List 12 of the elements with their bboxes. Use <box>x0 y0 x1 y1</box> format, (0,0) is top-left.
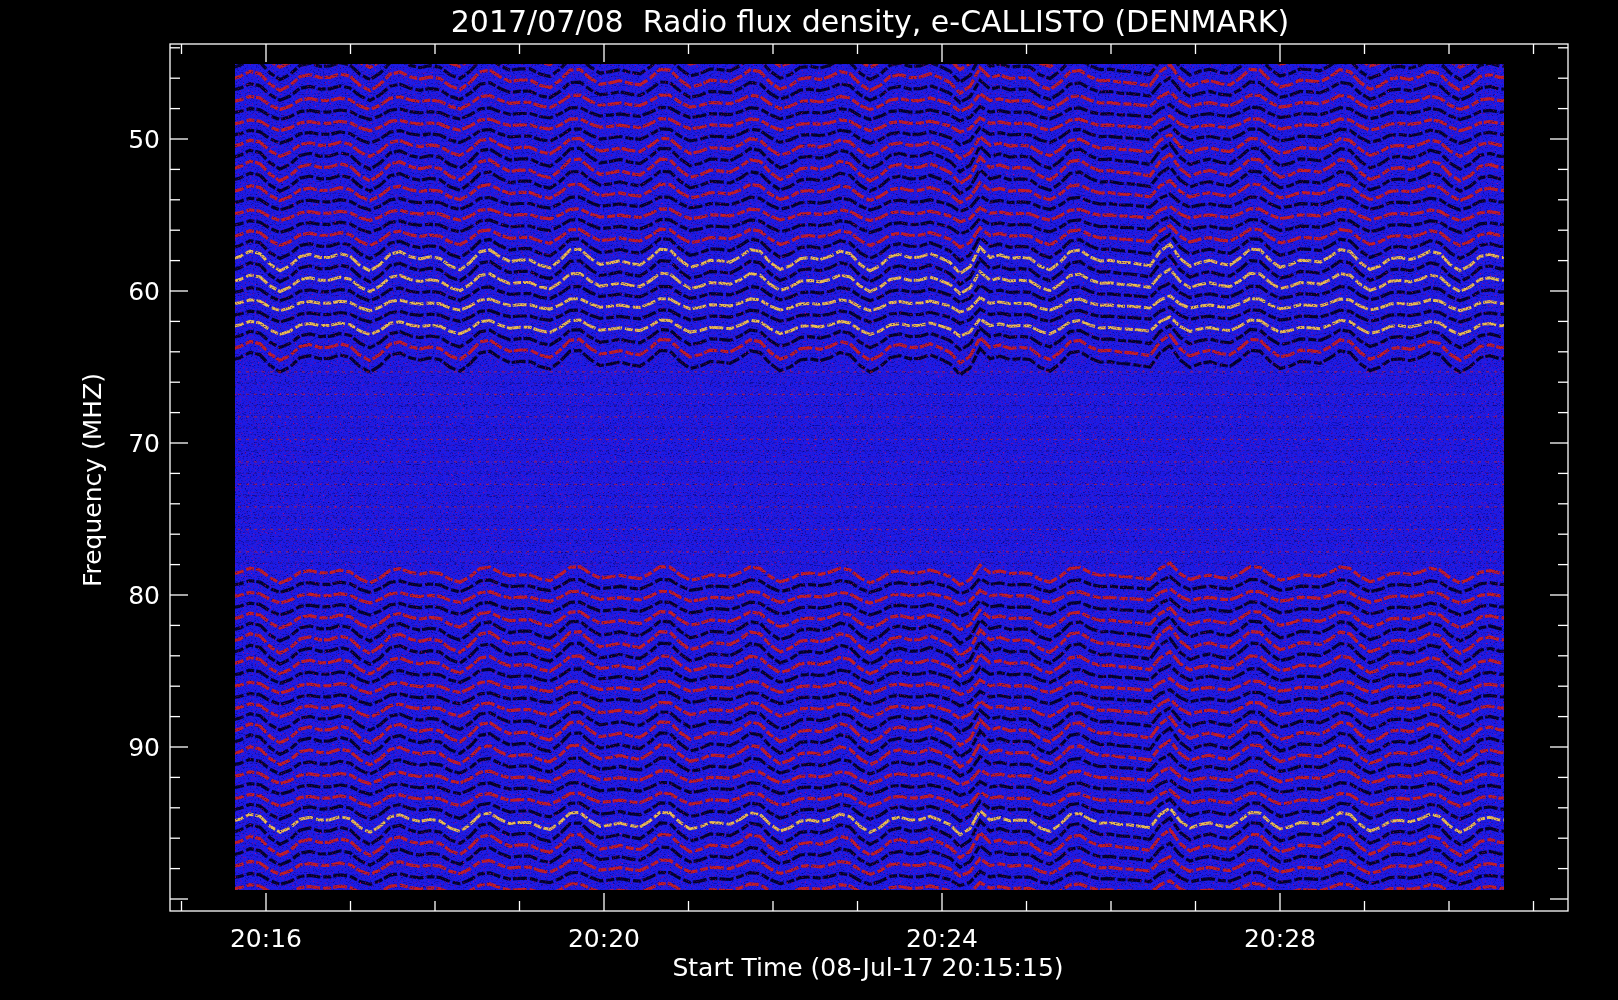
tick-label: 20:20 <box>568 924 640 953</box>
tick-label: 70 <box>128 429 160 458</box>
tick-label: 20:28 <box>1244 924 1316 953</box>
tick-label: 80 <box>128 581 160 610</box>
tick-label: 20:24 <box>906 924 978 953</box>
tick-label: 90 <box>128 733 160 762</box>
chart-title: 2017/07/08 Radio flux density, e-CALLISTO (DENMARK) <box>450 4 1290 39</box>
tick-label: 50 <box>128 125 160 154</box>
tick-label: 60 <box>128 277 160 306</box>
axis-title: Frequency (MHZ) <box>78 372 107 588</box>
tick-label: 20:16 <box>230 924 302 953</box>
axis-title: Start Time (08-Jul-17 20:15:15) <box>672 953 1064 982</box>
